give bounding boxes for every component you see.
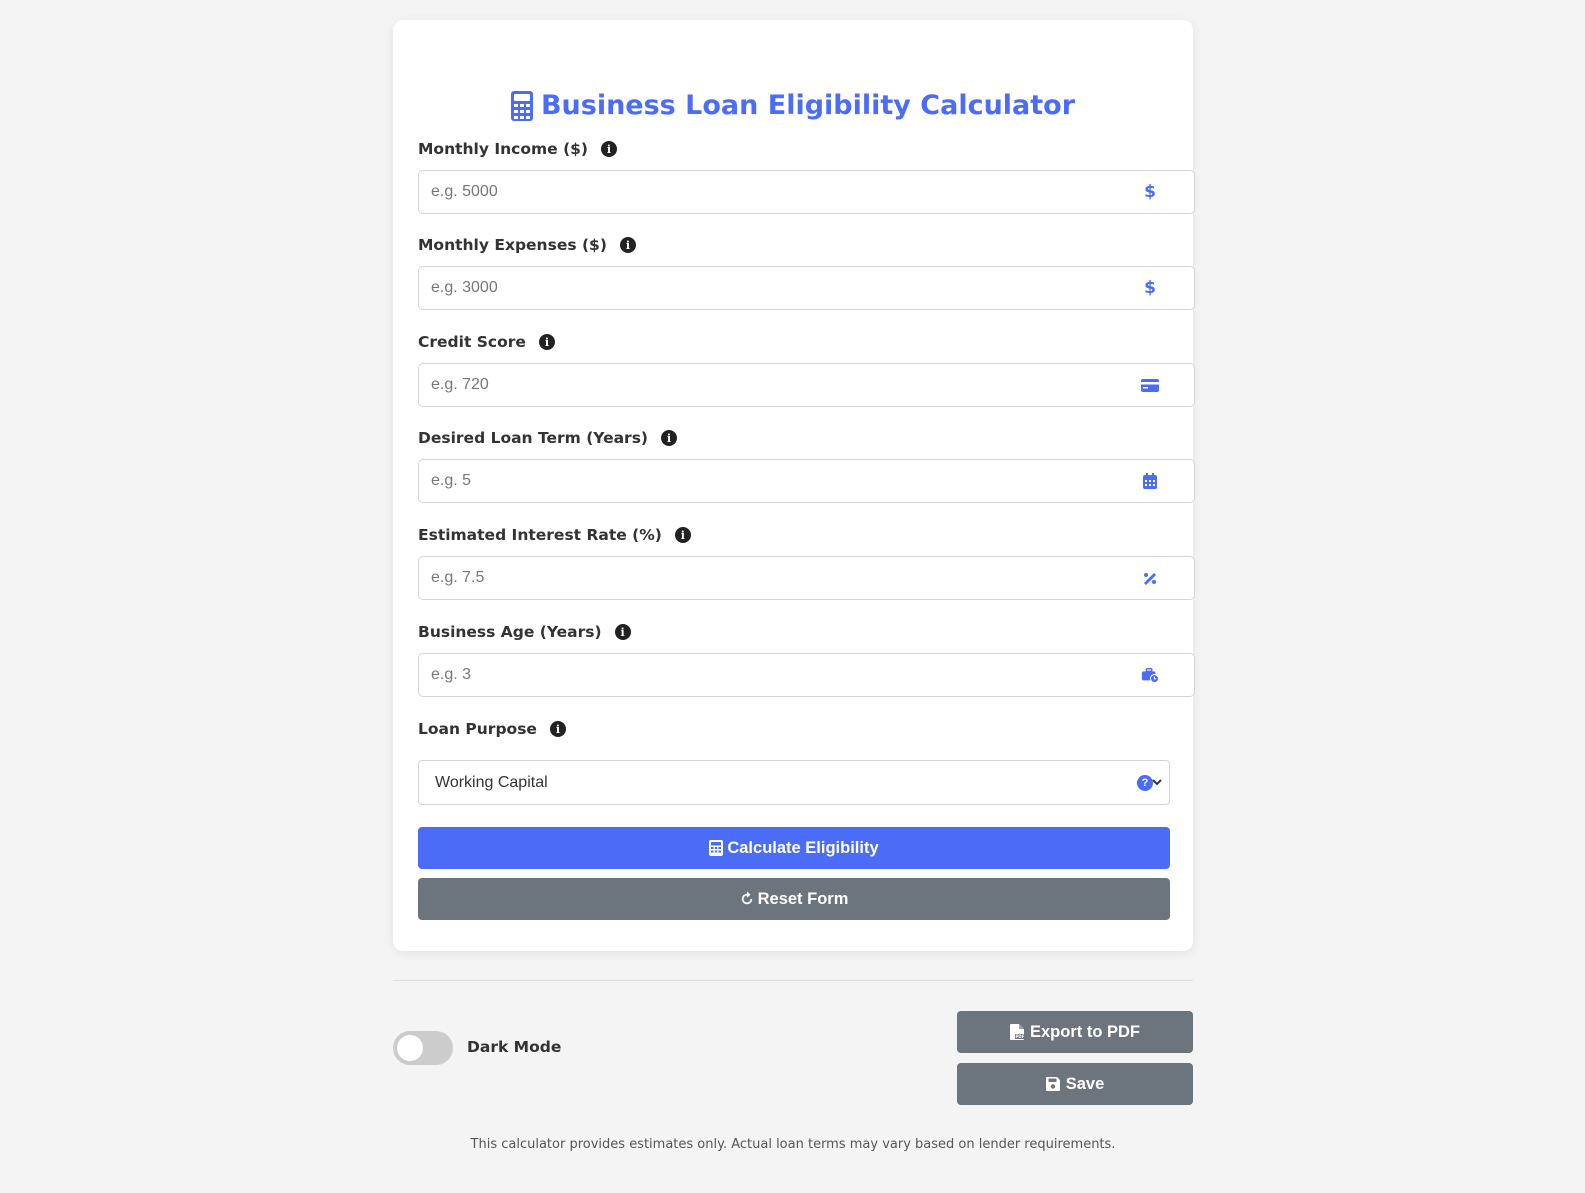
info-icon[interactable]: i: [601, 141, 618, 157]
interest-rate-field: [418, 556, 1195, 600]
save-button-label: Save: [1065, 1074, 1105, 1093]
loan-purpose-label: Loan Purpose i: [418, 720, 566, 738]
monthly-expenses-label: Monthly Expenses ($) i: [418, 236, 636, 254]
file-pdf-icon: PDF: [1010, 1024, 1024, 1040]
monthly-income-label: Monthly Income ($) i: [418, 140, 618, 158]
reset-button-label: Reset Form: [757, 889, 849, 908]
business-age-label: Business Age (Years) i: [418, 623, 631, 641]
floppy-disk-icon: [1045, 1077, 1060, 1091]
loan-term-label: Desired Loan Term (Years) i: [418, 429, 678, 447]
save-button[interactable]: Save: [957, 1063, 1193, 1105]
calculator-icon: [709, 840, 724, 856]
loan-purpose-label-text: Loan Purpose: [418, 720, 537, 738]
monthly-income-label-text: Monthly Income ($): [418, 140, 589, 158]
briefcase-clock-icon: [1140, 665, 1160, 685]
monthly-expenses-label-text: Monthly Expenses ($): [418, 236, 607, 254]
dollar-icon: $: [1144, 278, 1156, 298]
page: Business Loan Eligibility Calculator Mon…: [0, 0, 1585, 1193]
interest-rate-label-text: Estimated Interest Rate (%): [418, 526, 662, 544]
info-icon[interactable]: i: [538, 334, 555, 350]
business-age-field: [418, 653, 1195, 697]
page-title-text: Business Loan Eligibility Calculator: [540, 90, 1076, 121]
loan-purpose-select[interactable]: Working Capital ?: [418, 760, 1170, 805]
interest-rate-input[interactable]: [419, 557, 1194, 599]
page-title: Business Loan Eligibility Calculator: [393, 90, 1193, 121]
credit-score-field: [418, 363, 1195, 407]
info-icon[interactable]: i: [674, 527, 691, 543]
calculator-card: Business Loan Eligibility Calculator Mon…: [393, 20, 1195, 951]
business-age-input[interactable]: [419, 654, 1194, 696]
loan-term-field: [418, 459, 1195, 503]
calculator-icon: [510, 90, 533, 121]
loan-term-input[interactable]: [419, 460, 1194, 502]
dark-mode-toggle[interactable]: [393, 1031, 453, 1065]
loan-purpose-selected: Working Capital: [435, 773, 548, 791]
calculate-button[interactable]: Calculate Eligibility: [418, 827, 1170, 869]
monthly-income-field: $: [418, 170, 1195, 214]
monthly-expenses-field: $: [418, 266, 1195, 310]
credit-score-label-text: Credit Score: [418, 333, 526, 351]
info-icon[interactable]: i: [661, 430, 678, 446]
info-icon[interactable]: i: [619, 237, 636, 253]
dollar-icon: $: [1144, 182, 1156, 202]
calculate-button-label: Calculate Eligibility: [727, 838, 879, 857]
info-icon[interactable]: i: [549, 721, 566, 737]
disclaimer-text: This calculator provides estimates only.…: [470, 1137, 1116, 1152]
info-icon[interactable]: i: [614, 624, 631, 640]
monthly-income-input[interactable]: [419, 171, 1194, 213]
monthly-expenses-input[interactable]: [419, 267, 1194, 309]
loan-term-label-text: Desired Loan Term (Years): [418, 429, 649, 447]
business-age-label-text: Business Age (Years): [418, 623, 602, 641]
chevron-down-icon: [1152, 779, 1162, 786]
export-pdf-button[interactable]: PDF Export to PDF: [957, 1011, 1193, 1053]
credit-card-icon: [1140, 375, 1160, 395]
reset-button[interactable]: Reset Form: [418, 878, 1170, 920]
svg-text:PDF: PDF: [1016, 1034, 1025, 1039]
divider: [393, 980, 1193, 981]
export-pdf-label: Export to PDF: [1030, 1022, 1140, 1041]
calendar-icon: [1140, 471, 1160, 491]
toggle-knob: [397, 1035, 423, 1061]
credit-score-label: Credit Score i: [418, 333, 555, 351]
redo-icon: [741, 891, 752, 905]
interest-rate-label: Estimated Interest Rate (%) i: [418, 526, 691, 544]
credit-score-input[interactable]: [419, 364, 1194, 406]
dark-mode-label: Dark Mode: [467, 1038, 562, 1056]
percent-icon: [1140, 568, 1160, 588]
